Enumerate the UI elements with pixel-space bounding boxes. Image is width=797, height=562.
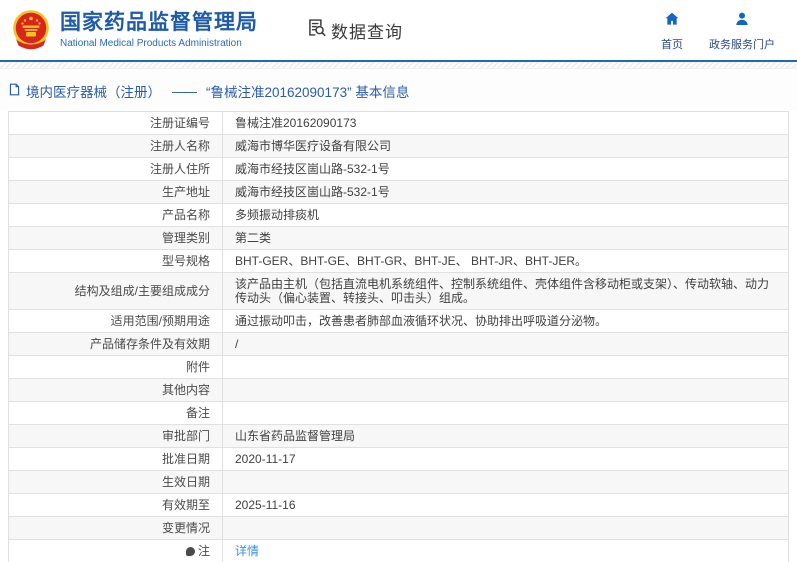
row-label: 产品名称	[8, 203, 223, 227]
data-query-icon	[306, 17, 327, 43]
top-nav: 首页 政务服务门户	[661, 10, 775, 52]
agency-name-en: National Medical Products Administration	[60, 37, 242, 49]
nav-gov-portal-label: 政务服务门户	[709, 39, 775, 51]
table-row: 生产地址 威海市经技区崮山路-532-1号	[8, 180, 789, 204]
table-row: 附件	[8, 355, 789, 379]
row-label: 备注	[8, 401, 223, 425]
row-value: BHT-GER、BHT-GE、BHT-GR、BHT-JE、 BHT-JR、BHT…	[222, 249, 789, 273]
row-label: 有效期至	[8, 493, 223, 517]
info-table-body: 注册证编号 鲁械注准20162090173 注册人名称 威海市博华医疗设备有限公司 注册…	[8, 111, 789, 562]
row-value: 通过振动叩击，改善患者肺部血液循环状况、协助排出呼吸道分泌物。	[222, 309, 789, 333]
table-row: 产品储存条件及有效期 /	[8, 332, 789, 356]
row-value: 第二类	[222, 226, 789, 250]
row-label: 附件	[8, 355, 223, 379]
user-icon	[733, 10, 751, 33]
table-row: 注册人住所 威海市经技区崮山路-532-1号	[8, 157, 789, 181]
row-label: 注	[8, 539, 223, 562]
row-value: 多频振动排痰机	[222, 203, 789, 227]
breadcrumb: 境内医疗器械（注册） —— “鲁械注准20162090173” 基本信息	[0, 69, 797, 111]
row-value: 鲁械注准20162090173	[222, 111, 789, 135]
detail-link[interactable]: 详情	[235, 544, 259, 558]
table-row: 适用范围/预期用途 通过振动叩击，改善患者肺部血液循环状况、协助排出呼吸道分泌物。	[8, 309, 789, 333]
page-title: “鲁械注准20162090173” 基本信息	[206, 85, 410, 100]
breadcrumb-separator: ——	[172, 83, 197, 99]
table-row: 注详情	[8, 539, 789, 562]
data-query-section: 数据查询	[306, 17, 403, 43]
table-row: 批准日期 2020-11-17	[8, 447, 789, 471]
table-row: 管理类别 第二类	[8, 226, 789, 250]
nav-home-label: 首页	[661, 39, 683, 51]
row-value: /	[222, 332, 789, 356]
row-value: 详情	[222, 539, 789, 562]
row-value	[222, 470, 789, 494]
row-value: 威海市博华医疗设备有限公司	[222, 134, 789, 158]
nav-gov-portal[interactable]: 政务服务门户	[709, 10, 775, 52]
row-label: 产品储存条件及有效期	[8, 332, 223, 356]
row-value: 威海市经技区崮山路-532-1号	[222, 157, 789, 181]
table-row: 注册人名称 威海市博华医疗设备有限公司	[8, 134, 789, 158]
row-label: 适用范围/预期用途	[8, 309, 223, 333]
breadcrumb-category: 境内医疗器械（注册）	[26, 85, 161, 100]
registration-info-table-wrap: 注册证编号 鲁械注准20162090173 注册人名称 威海市博华医疗设备有限公司 注册…	[0, 111, 797, 562]
row-value	[222, 378, 789, 402]
row-value: 山东省药品监督管理局	[222, 424, 789, 448]
row-label: 生效日期	[8, 470, 223, 494]
table-row: 变更情况	[8, 516, 789, 540]
row-value	[222, 355, 789, 379]
table-row: 产品名称 多频振动排痰机	[8, 203, 789, 227]
table-row: 型号规格 BHT-GER、BHT-GE、BHT-GR、BHT-JE、 BHT-JR…	[8, 249, 789, 273]
row-label: 审批部门	[8, 424, 223, 448]
row-label: 其他内容	[8, 378, 223, 402]
page-header: 国家药品监督管理局 National Medical Products Admi…	[0, 0, 797, 60]
row-label: 注册人名称	[8, 134, 223, 158]
table-row: 注册证编号 鲁械注准20162090173	[8, 111, 789, 135]
row-label: 生产地址	[8, 180, 223, 204]
row-value	[222, 401, 789, 425]
row-value: 2025-11-16	[222, 493, 789, 517]
row-label: 批准日期	[8, 447, 223, 471]
row-label: 注册人住所	[8, 157, 223, 181]
row-label: 型号规格	[8, 249, 223, 273]
row-value: 2020-11-17	[222, 447, 789, 471]
row-value: 该产品由主机（包括直流电机系统组件、控制系统组件、壳体组件含移动柜或支架）、传动…	[222, 272, 789, 310]
table-row: 备注	[8, 401, 789, 425]
section-title: 数据查询	[331, 22, 403, 42]
row-label: 结构及组成/主要组成成分	[8, 272, 223, 310]
row-value	[222, 516, 789, 540]
agency-name-cn: 国家药品监督管理局	[60, 11, 258, 35]
table-row: 有效期至 2025-11-16	[8, 493, 789, 517]
row-label: 变更情况	[8, 516, 223, 540]
row-label: 管理类别	[8, 226, 223, 250]
table-row: 结构及组成/主要组成成分 该产品由主机（包括直流电机系统组件、控制系统组件、壳体组…	[8, 272, 789, 310]
home-icon	[663, 10, 681, 33]
table-row: 其他内容	[8, 378, 789, 402]
hatch-strip	[0, 62, 797, 69]
national-emblem-logo	[10, 9, 52, 53]
note-icon	[185, 547, 195, 556]
nav-home[interactable]: 首页	[661, 10, 683, 52]
row-value: 威海市经技区崮山路-532-1号	[222, 180, 789, 204]
registration-info-table: 注册证编号 鲁械注准20162090173 注册人名称 威海市博华医疗设备有限公司 注册…	[8, 111, 789, 562]
document-icon	[8, 83, 21, 99]
table-row: 审批部门 山东省药品监督管理局	[8, 424, 789, 448]
row-label: 注册证编号	[8, 111, 223, 135]
table-row: 生效日期	[8, 470, 789, 494]
